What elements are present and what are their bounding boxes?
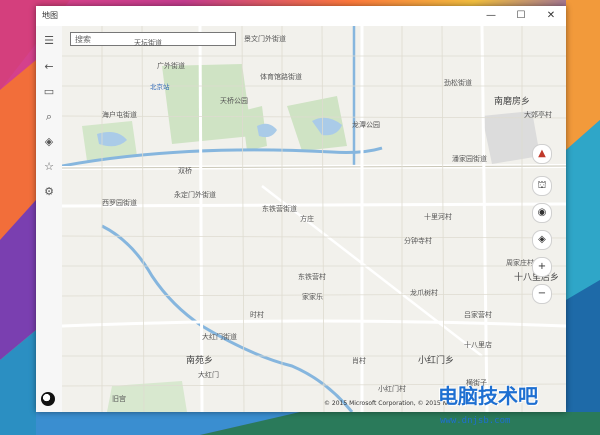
- map-label: 东铁营村: [298, 273, 326, 281]
- user-avatar-icon[interactable]: [41, 392, 55, 406]
- map-label: 小红门乡: [418, 356, 455, 366]
- hamburger-menu-icon[interactable]: ☰: [39, 32, 59, 50]
- map-icon[interactable]: ▭: [39, 83, 59, 101]
- map-label: 时村: [250, 311, 264, 319]
- back-arrow-icon[interactable]: ←: [39, 58, 59, 76]
- map-label: 大红门: [198, 371, 219, 379]
- map-label: 海户屯街道: [102, 111, 137, 119]
- map-label: 北京站: [150, 83, 170, 91]
- window-title: 地图: [42, 11, 58, 20]
- site-watermark: 电脑技术吧: [438, 384, 538, 408]
- map-label: 旧宫: [112, 395, 126, 403]
- map-label: 广外街道: [157, 62, 185, 70]
- map-label: 家家乐: [302, 293, 323, 301]
- settings-gear-icon[interactable]: ⚙: [39, 183, 59, 201]
- map-label: 永定门外街道: [174, 191, 216, 199]
- streetside-button[interactable]: ⛫: [532, 176, 552, 196]
- sidebar: ☰ ← ▭ ⌕ ◈ ☆ ⚙: [36, 26, 63, 412]
- site-watermark-url: www.dnjsb.com: [440, 416, 511, 426]
- map-label: 东铁营街道: [262, 205, 297, 213]
- zoom-in-button[interactable]: +: [532, 257, 552, 277]
- maximize-button[interactable]: ☐: [506, 6, 536, 26]
- map-label: 小红门村: [378, 385, 406, 393]
- map-layers-button[interactable]: ◈: [532, 230, 552, 250]
- map-label: 龙爪树村: [410, 289, 438, 297]
- map-label: 龙潭公园: [352, 121, 380, 129]
- favorites-star-icon[interactable]: ☆: [39, 158, 59, 176]
- map-label: 体育馆路街道: [260, 73, 302, 81]
- map-label: 肖村: [352, 357, 366, 365]
- map-label: 吕家营村: [464, 311, 492, 319]
- title-bar: 地图 — ☐ ✕: [36, 6, 566, 27]
- map-label: 天坛街道: [134, 39, 162, 47]
- map-label: 南磨房乡: [494, 97, 531, 107]
- map-label: 方庄: [300, 215, 314, 223]
- map-label: 景文门外街道: [244, 35, 286, 43]
- map-label: 西罗园街道: [102, 199, 137, 207]
- close-button[interactable]: ✕: [536, 6, 566, 26]
- maps-app-window: 地图 — ☐ ✕ ☰ ← ▭ ⌕ ◈ ☆ ⚙ 搜索 天坛街道 景文门外街道 广外…: [36, 6, 566, 412]
- map-label: 南苑乡: [186, 356, 214, 366]
- map-label: 劲松街道: [444, 79, 472, 87]
- map-label: 十里河村: [424, 213, 452, 221]
- locate-me-button[interactable]: ◉: [532, 203, 552, 223]
- compass-button[interactable]: ▲: [532, 144, 552, 164]
- map-label: 周家庄村: [506, 259, 534, 267]
- map-label: 大红门街道: [202, 333, 237, 341]
- map-label: 十八里店: [464, 341, 492, 349]
- map-label: 潘家园街道: [452, 155, 487, 163]
- map-label: 天桥公园: [220, 97, 248, 105]
- map-label: 双桥: [178, 167, 192, 175]
- map-label: 大郊亭村: [524, 111, 552, 119]
- zoom-out-button[interactable]: −: [532, 284, 552, 304]
- map-label: 分钟寺村: [404, 237, 432, 245]
- directions-icon[interactable]: ◈: [39, 133, 59, 151]
- map-graphics: [62, 26, 566, 412]
- search-icon[interactable]: ⌕: [39, 108, 59, 126]
- minimize-button[interactable]: —: [476, 6, 506, 26]
- map-canvas[interactable]: 搜索 天坛街道 景文门外街道 广外街道 北京站 天桥公园 体育馆路街道 劲松街道…: [62, 26, 566, 412]
